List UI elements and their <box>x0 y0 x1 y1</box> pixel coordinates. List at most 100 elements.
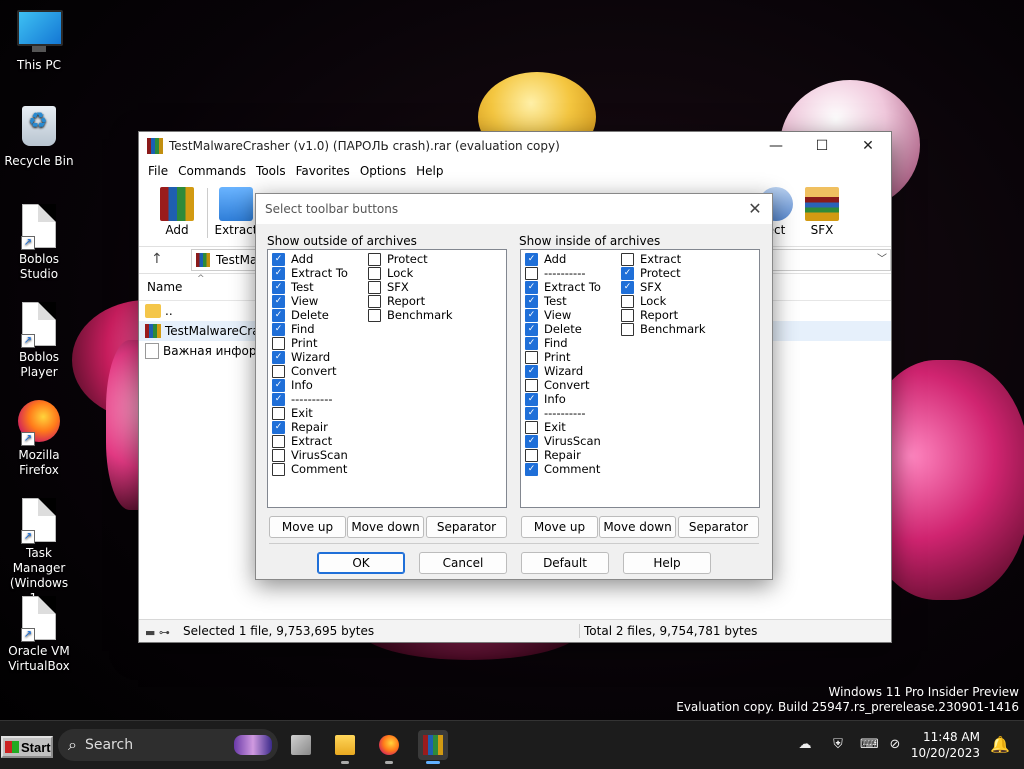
outside-checkbox-item[interactable]: Extract To <box>272 266 348 280</box>
checkbox-unchecked[interactable] <box>272 336 285 350</box>
checkbox-checked[interactable] <box>621 280 634 294</box>
menu-commands[interactable]: Commands <box>173 164 251 178</box>
checkbox-unchecked[interactable] <box>368 252 381 266</box>
default-button[interactable]: Default <box>521 552 609 574</box>
checkbox-unchecked[interactable] <box>272 364 285 378</box>
inside-checkbox-item[interactable]: ---------- <box>525 266 586 280</box>
inside-move-down-button[interactable]: Move down <box>599 516 676 538</box>
checkbox-checked[interactable] <box>525 308 538 322</box>
inside-checkbox-item[interactable]: Protect <box>621 266 681 280</box>
checkbox-unchecked[interactable] <box>368 294 381 308</box>
inside-checkbox-item[interactable]: Repair <box>525 448 581 462</box>
inside-checkbox-item[interactable]: Test <box>525 294 567 308</box>
outside-checkbox-item[interactable]: Report <box>368 294 425 308</box>
desktop-icon-this-pc[interactable]: This PC <box>0 10 78 73</box>
desktop-icon-firefox[interactable]: ↗ Mozilla Firefox <box>0 400 78 478</box>
search-box[interactable]: ⌕ Search <box>58 729 278 761</box>
outside-checkbox-item[interactable]: Exit <box>272 406 313 420</box>
inside-checkbox-item[interactable]: Exit <box>525 420 566 434</box>
inside-checkbox-item[interactable]: Delete <box>525 322 582 336</box>
inside-checkbox-item[interactable]: Info <box>525 392 566 406</box>
close-button[interactable]: ✕ <box>845 132 891 160</box>
outside-checkbox-item[interactable]: Protect <box>368 252 428 266</box>
checkbox-checked[interactable] <box>272 322 285 336</box>
inside-checkbox-item[interactable]: Convert <box>525 378 589 392</box>
outside-checkbox-item[interactable]: Benchmark <box>368 308 453 322</box>
onedrive-icon[interactable]: ☁ <box>796 737 814 753</box>
checkbox-unchecked[interactable] <box>525 448 538 462</box>
firefox-taskbar-button[interactable] <box>374 730 404 764</box>
inside-buttons-list[interactable]: Add----------Extract ToTestViewDeleteFin… <box>520 249 760 508</box>
checkbox-checked[interactable] <box>525 364 538 378</box>
desktop-icon-recycle-bin[interactable]: Recycle Bin <box>0 106 78 169</box>
security-shield-icon[interactable]: ⛨ <box>829 737 847 753</box>
inside-separator-button[interactable]: Separator <box>678 516 759 538</box>
checkbox-checked[interactable] <box>525 462 538 476</box>
checkbox-unchecked[interactable] <box>272 406 285 420</box>
outside-move-up-button[interactable]: Move up <box>269 516 346 538</box>
menu-favorites[interactable]: Favorites <box>291 164 355 178</box>
checkbox-unchecked[interactable] <box>621 322 634 336</box>
checkbox-unchecked[interactable] <box>272 462 285 476</box>
inside-checkbox-item[interactable]: Find <box>525 336 568 350</box>
checkbox-checked[interactable] <box>525 336 538 350</box>
ok-button[interactable]: OK <box>317 552 405 574</box>
notification-bell-icon[interactable]: 🔔 <box>990 735 1010 754</box>
outside-checkbox-item[interactable]: Repair <box>272 420 328 434</box>
desktop-icon-virtualbox[interactable]: ↗ Oracle VM VirtualBox <box>0 596 78 674</box>
checkbox-unchecked[interactable] <box>368 266 381 280</box>
checkbox-checked[interactable] <box>272 294 285 308</box>
checkbox-unchecked[interactable] <box>525 266 538 280</box>
cancel-button[interactable]: Cancel <box>419 552 507 574</box>
chevron-down-icon[interactable]: ﹀ <box>877 250 887 265</box>
checkbox-unchecked[interactable] <box>272 434 285 448</box>
checkbox-checked[interactable] <box>621 266 634 280</box>
outside-checkbox-item[interactable]: Comment <box>272 462 347 476</box>
outside-checkbox-item[interactable]: Convert <box>272 364 336 378</box>
checkbox-checked[interactable] <box>525 280 538 294</box>
checkbox-checked[interactable] <box>525 434 538 448</box>
desktop-icon-task-manager[interactable]: ↗ Task Manager (Windows 1... <box>0 498 78 606</box>
outside-checkbox-item[interactable]: View <box>272 294 318 308</box>
outside-checkbox-item[interactable]: SFX <box>368 280 409 294</box>
checkbox-checked[interactable] <box>525 406 538 420</box>
menu-file[interactable]: File <box>143 164 173 178</box>
outside-checkbox-item[interactable]: Add <box>272 252 313 266</box>
desktop-icon-boblos-player[interactable]: ↗ Boblos Player <box>0 302 78 380</box>
outside-checkbox-item[interactable]: Extract <box>272 434 332 448</box>
up-arrow-icon[interactable]: ↑ <box>151 251 163 267</box>
outside-checkbox-item[interactable]: Print <box>272 336 317 350</box>
outside-move-down-button[interactable]: Move down <box>347 516 424 538</box>
add-button[interactable]: Add <box>152 187 202 237</box>
menu-tools[interactable]: Tools <box>251 164 291 178</box>
outside-checkbox-item[interactable]: Info <box>272 378 313 392</box>
task-view-button[interactable] <box>286 730 316 760</box>
outside-checkbox-item[interactable]: Find <box>272 322 315 336</box>
file-explorer-taskbar-button[interactable] <box>330 730 360 764</box>
outside-separator-button[interactable]: Separator <box>426 516 507 538</box>
clock[interactable]: 11:48 AM 10/20/2023 <box>911 729 980 761</box>
outside-checkbox-item[interactable]: Lock <box>368 266 413 280</box>
checkbox-unchecked[interactable] <box>368 308 381 322</box>
outside-checkbox-item[interactable]: Delete <box>272 308 329 322</box>
title-bar[interactable]: TestMalwareCrasher (v1.0) (ПАРОЛЬ crash)… <box>139 132 891 160</box>
winrar-taskbar-button[interactable] <box>418 730 448 764</box>
checkbox-unchecked[interactable] <box>272 448 285 462</box>
desktop-icon-boblos-studio[interactable]: ↗ Boblos Studio <box>0 204 78 282</box>
extract-button[interactable]: Extract <box>211 187 261 237</box>
dialog-close-icon[interactable]: ✕ <box>746 200 764 218</box>
inside-checkbox-item[interactable]: Wizard <box>525 364 583 378</box>
checkbox-checked[interactable] <box>272 308 285 322</box>
sfx-button[interactable]: SFX <box>797 187 847 237</box>
inside-checkbox-item[interactable]: Report <box>621 308 678 322</box>
checkbox-unchecked[interactable] <box>621 308 634 322</box>
maximize-button[interactable]: ☐ <box>799 132 845 160</box>
outside-checkbox-item[interactable]: Test <box>272 280 314 294</box>
help-button[interactable]: Help <box>623 552 711 574</box>
network-off-icon[interactable]: ⊘ <box>886 737 904 753</box>
inside-checkbox-item[interactable]: Print <box>525 350 570 364</box>
checkbox-checked[interactable] <box>272 350 285 364</box>
menu-options[interactable]: Options <box>355 164 411 178</box>
start-button[interactable]: Start <box>1 736 53 758</box>
inside-checkbox-item[interactable]: Comment <box>525 462 600 476</box>
